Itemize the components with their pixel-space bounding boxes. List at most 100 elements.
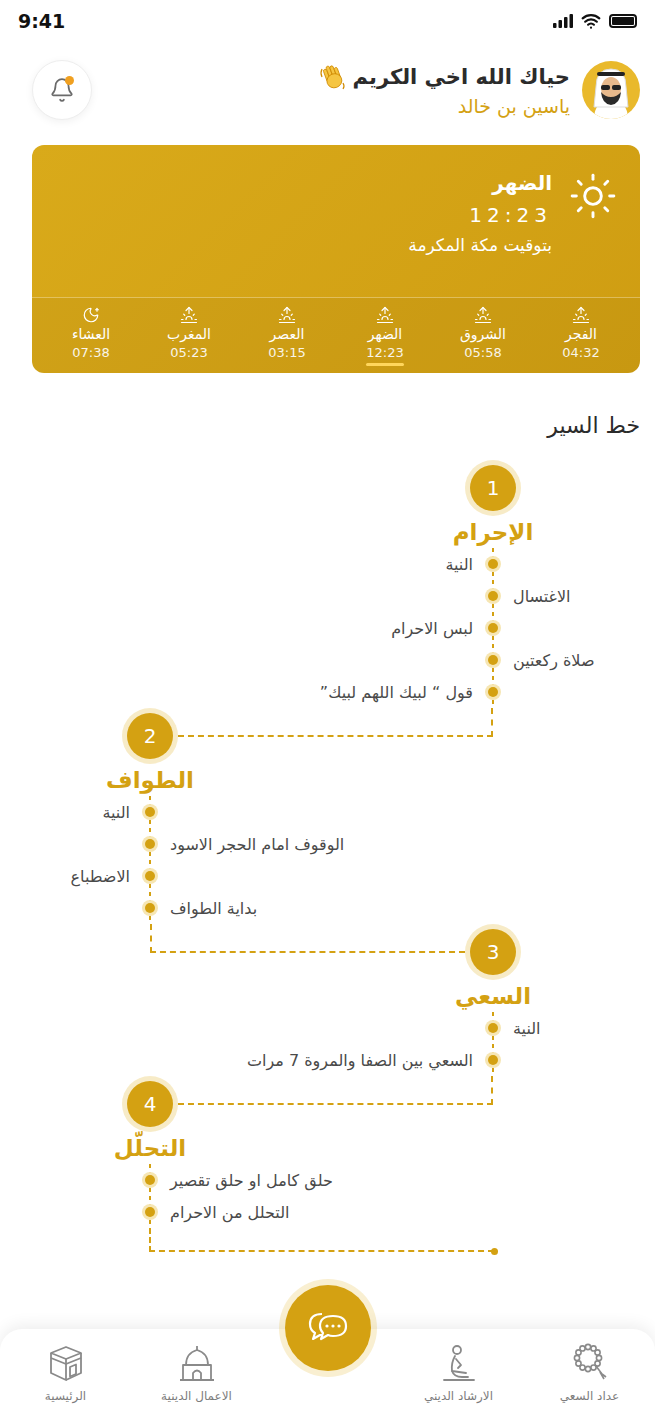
stage-step: النية — [0, 796, 655, 828]
step-dot — [488, 623, 498, 633]
route-stage: 4التحلّلحلق كامل او حلق تقصيرالتحلل من ا… — [0, 1076, 655, 1228]
stage-title: الإحرام — [383, 516, 603, 548]
step-marker — [481, 548, 505, 580]
prayer-time-item[interactable]: الفجر04:32 — [532, 298, 630, 373]
stage-number: 4 — [127, 1081, 173, 1127]
step-dot — [145, 1175, 155, 1185]
stage-step: التحلل من الاحرام — [0, 1196, 655, 1228]
stage-step: الاضطباع — [0, 860, 655, 892]
status-bar: 9:41 — [0, 0, 655, 42]
stage-title: السعي — [383, 980, 603, 1012]
prayer-time: 07:38 — [72, 345, 109, 361]
selected-indicator — [72, 363, 110, 366]
nav-item[interactable]: الارشاد الديني — [393, 1329, 524, 1419]
stage-connector — [178, 1076, 493, 1105]
wifi-icon — [581, 11, 601, 31]
step-marker — [481, 676, 505, 708]
current-prayer-time: 12:23 — [408, 203, 552, 227]
step-text: النية — [0, 555, 481, 574]
step-text: السعي بين الصفا والمروة 7 مرات — [0, 1051, 481, 1070]
greeting-row: حياك الله اخي الكريم — [319, 63, 570, 91]
moon-icon — [82, 306, 100, 324]
greeting: حياك الله اخي الكريم — [353, 65, 570, 89]
screen: 9:41 حياك الله اخي الكريمياسين بن خالد الض… — [0, 0, 655, 1419]
step-dot — [145, 807, 155, 817]
stage-marker: 4 — [122, 1076, 178, 1132]
prayer-time: 04:32 — [562, 345, 599, 361]
step-text: التحلل من الاحرام — [162, 1203, 655, 1222]
step-dot — [145, 871, 155, 881]
prayer-name: العشاء — [72, 326, 110, 343]
step-text: بداية الطواف — [162, 899, 655, 918]
sunrise-icon — [180, 306, 198, 324]
selected-indicator — [464, 363, 502, 366]
prayer-time: 03:15 — [268, 345, 305, 361]
header: حياك الله اخي الكريمياسين بن خالد — [0, 42, 655, 120]
nav-label: الاعمال الدينية — [161, 1389, 232, 1403]
chat-icon — [306, 1308, 350, 1348]
signal-icon — [553, 14, 573, 28]
end-connector — [149, 1228, 494, 1252]
prayer-times: الفجر04:32الشروق05:58الضهر12:23العصر03:1… — [32, 298, 640, 373]
step-dot — [145, 1207, 155, 1217]
user-text: حياك الله اخي الكريمياسين بن خالد — [319, 63, 570, 117]
route-timeline: 1الإحرامالنيةالاغتساللبس الاحرامصلاة ركع… — [0, 460, 655, 1252]
step-marker — [481, 644, 505, 676]
notifications-button[interactable] — [32, 60, 92, 120]
stage-marker: 3 — [465, 924, 521, 980]
step-text: لبس الاحرام — [0, 619, 481, 638]
step-text: الاغتسال — [505, 587, 655, 606]
step-marker — [481, 612, 505, 644]
avatar[interactable] — [582, 61, 640, 119]
battery-icon — [609, 14, 637, 28]
selected-indicator — [366, 363, 404, 366]
stage-connector — [178, 708, 493, 737]
sunrise-icon — [278, 306, 296, 324]
stage-title: التحلّل — [40, 1132, 260, 1164]
step-dot — [488, 655, 498, 665]
step-text: قول “ لبيك اللهم لبيك” — [0, 683, 481, 702]
prayer-time-item[interactable]: الشروق05:58 — [434, 298, 532, 373]
bottom-nav: عداد السعيالارشاد الديني الاعمال الدينية ا… — [0, 1329, 655, 1419]
prayer-beads-icon — [569, 1343, 611, 1383]
stage-number: 3 — [470, 929, 516, 975]
step-marker — [138, 828, 162, 860]
chat-button[interactable] — [285, 1285, 371, 1371]
prayer-time-item[interactable]: العشاء 07:38 — [42, 298, 140, 373]
prayer-time-item[interactable]: الضهر12:23 — [336, 298, 434, 373]
avatar-icon — [582, 61, 640, 119]
praying-person-icon — [438, 1343, 480, 1383]
stage-step: صلاة ركعتين — [0, 644, 655, 676]
prayer-time: 12:23 — [366, 345, 403, 361]
route-stage: 1الإحرامالنيةالاغتساللبس الاحرامصلاة ركع… — [0, 460, 655, 708]
kaaba-icon — [45, 1343, 87, 1383]
step-marker — [481, 1012, 505, 1044]
step-text: النية — [0, 803, 138, 822]
stage-step: النية — [0, 1012, 655, 1044]
selected-indicator — [562, 363, 600, 366]
step-text: الوقوف امام الحجر الاسود — [162, 835, 655, 854]
prayer-card: الضهر12:23بتوقيت مكة المكرمةالفجر04:32ال… — [32, 145, 640, 373]
stage-header: 2 — [0, 708, 655, 764]
nav-item[interactable]: الاعمال الدينية — [131, 1329, 262, 1419]
current-prayer: الضهر12:23بتوقيت مكة المكرمة — [32, 145, 640, 297]
prayer-name: المغرب — [167, 326, 211, 343]
selected-indicator — [170, 363, 208, 366]
step-text: صلاة ركعتين — [505, 651, 655, 670]
nav-item[interactable]: عداد السعي — [524, 1329, 655, 1419]
step-marker — [138, 796, 162, 828]
prayer-time-item[interactable]: العصر03:15 — [238, 298, 336, 373]
stage-step: السعي بين الصفا والمروة 7 مرات — [0, 1044, 655, 1076]
nav-item[interactable]: الرئيسية — [0, 1329, 131, 1419]
step-dot — [145, 903, 155, 913]
mosque-icon — [176, 1343, 218, 1383]
stage-step: قول “ لبيك اللهم لبيك” — [0, 676, 655, 708]
prayer-time-item[interactable]: المغرب05:23 — [140, 298, 238, 373]
sun-icon — [568, 171, 618, 221]
prayer-time: 05:58 — [464, 345, 501, 361]
stage-step: الوقوف امام الحجر الاسود — [0, 828, 655, 860]
stage-number: 2 — [127, 713, 173, 759]
stage-title: الطواف — [40, 764, 260, 796]
step-marker — [481, 580, 505, 612]
stage-step: النية — [0, 548, 655, 580]
